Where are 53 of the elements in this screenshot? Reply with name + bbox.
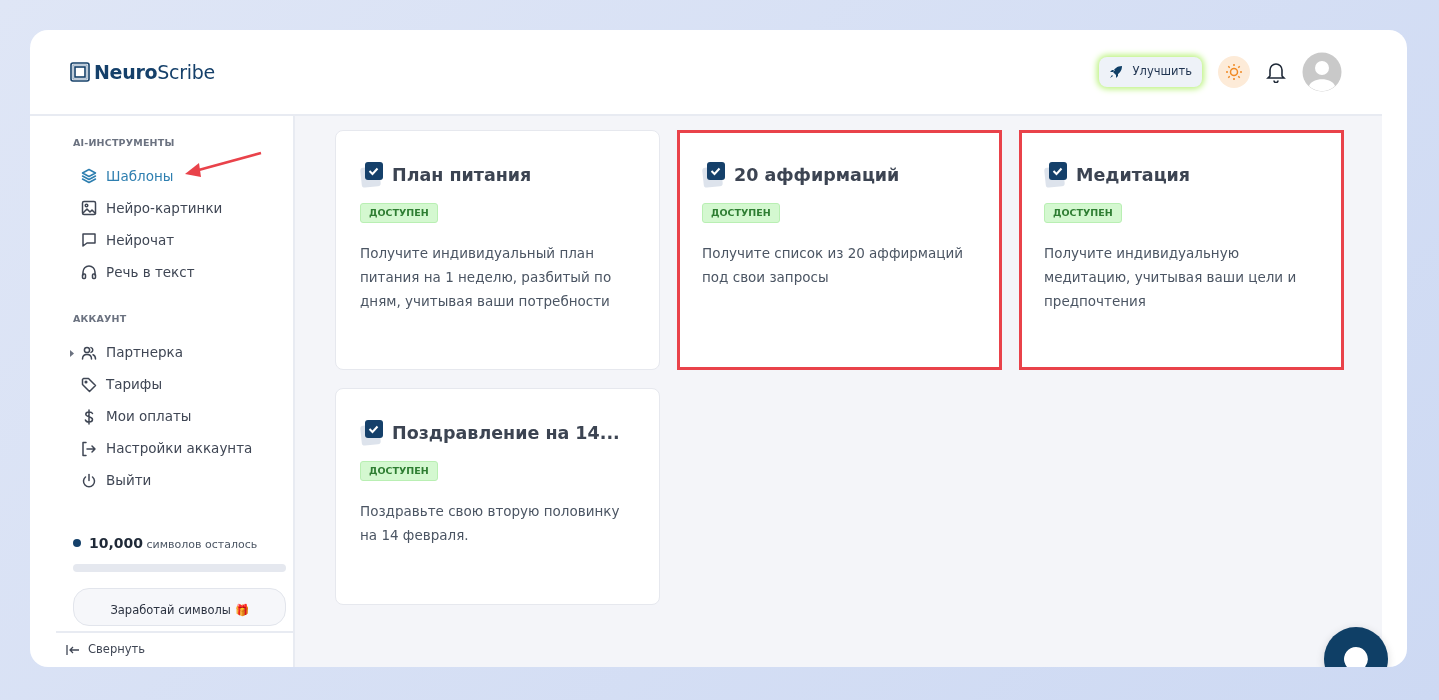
notification-bell-icon[interactable] (1266, 61, 1286, 83)
template-title: 20 аффирмаций (734, 163, 900, 187)
image-icon (81, 200, 97, 217)
template-description: Получите индивидуальную медитацию, учитывая ваши цели и предпочтения (1044, 244, 1298, 312)
template-description: Поздравьте свою вторую половинку на 14 февраля. (360, 502, 621, 546)
template-description: Получите список из 20 аффирмаций под свои запросы (702, 244, 964, 288)
users-icon (81, 344, 97, 361)
headphones-icon (81, 264, 97, 281)
checkbox-icon (360, 161, 386, 189)
collapse-icon (66, 645, 80, 655)
status-badge: ДОСТУПЕН (360, 461, 438, 482)
collapse-sidebar-button[interactable]: Свернуть (66, 641, 145, 659)
sidebar-item[interactable]: Выйти (73, 464, 152, 497)
logout-icon (81, 440, 97, 457)
status-badge: ДОСТУПЕН (1044, 203, 1122, 224)
template-title: План питания (392, 163, 532, 187)
section-heading: АККАУНТ (73, 312, 128, 327)
section-heading: AI-ИНСТРУМЕНТЫ (73, 136, 176, 150)
sidebar-item[interactable]: Тарифы (73, 368, 163, 401)
sidebar-item[interactable]: Партнерка (73, 336, 183, 369)
sidebar-item[interactable]: Речь в текст (73, 256, 195, 289)
checkbox-icon (360, 419, 386, 447)
sidebar-item[interactable]: Мои оплаты (73, 400, 192, 433)
template-card[interactable]: 20 аффирмаций ДОСТУПЕН Получите список из 20 аффирмаций под свои запросы (677, 130, 1002, 370)
sidebar-item[interactable]: Нейрочат (73, 224, 175, 257)
template-title: Медитация (1076, 163, 1191, 187)
sidebar-item[interactable]: Настройки аккаунта (73, 432, 253, 465)
logo-text: NeuroScribe (94, 59, 215, 85)
status-badge: ДОСТУПЕН (360, 203, 438, 224)
chat-icon (81, 232, 97, 249)
upgrade-button[interactable]: Улучшить (1098, 57, 1202, 87)
rocket-icon (1108, 65, 1123, 79)
power-icon (81, 472, 97, 489)
earn-credits-button[interactable]: Заработай символы 🎁 (73, 587, 286, 626)
template-description: Получите индивидуальный план питания на 1 неделю, разбитый по дням, учитывая ваши потребности (360, 244, 613, 312)
logo-icon (70, 62, 90, 82)
credits-text: 10,000 символов осталось (89, 533, 258, 553)
layers-icon (81, 168, 97, 185)
speech-bubble-icon (1341, 644, 1371, 667)
status-badge: ДОСТУПЕН (702, 203, 780, 224)
sun-icon (1225, 63, 1243, 81)
checkbox-icon (1044, 161, 1070, 189)
sidebar-item[interactable]: Шаблоны (73, 160, 174, 193)
status-dot (73, 539, 81, 547)
template-card[interactable]: Медитация ДОСТУПЕН Получите индивидуальную медитацию, учитывая ваши цели и предпочтения (1019, 130, 1344, 370)
sidebar-item[interactable]: Нейро-картинки (73, 192, 223, 225)
checkbox-icon (702, 161, 728, 189)
caret-icon[interactable] (70, 349, 74, 357)
theme-toggle-button[interactable] (1218, 56, 1250, 88)
template-card[interactable]: План питания ДОСТУПЕН Получите индивидуальный план питания на 1 неделю, разбитый по дням, учитывая ваши потребности (335, 130, 660, 370)
template-title: Поздравление на 14... (392, 421, 620, 445)
template-card[interactable]: Поздравление на 14... ДОСТУПЕН Поздравьте свою вторую половинку на 14 февраля. (335, 388, 660, 605)
tag-icon (81, 376, 97, 393)
